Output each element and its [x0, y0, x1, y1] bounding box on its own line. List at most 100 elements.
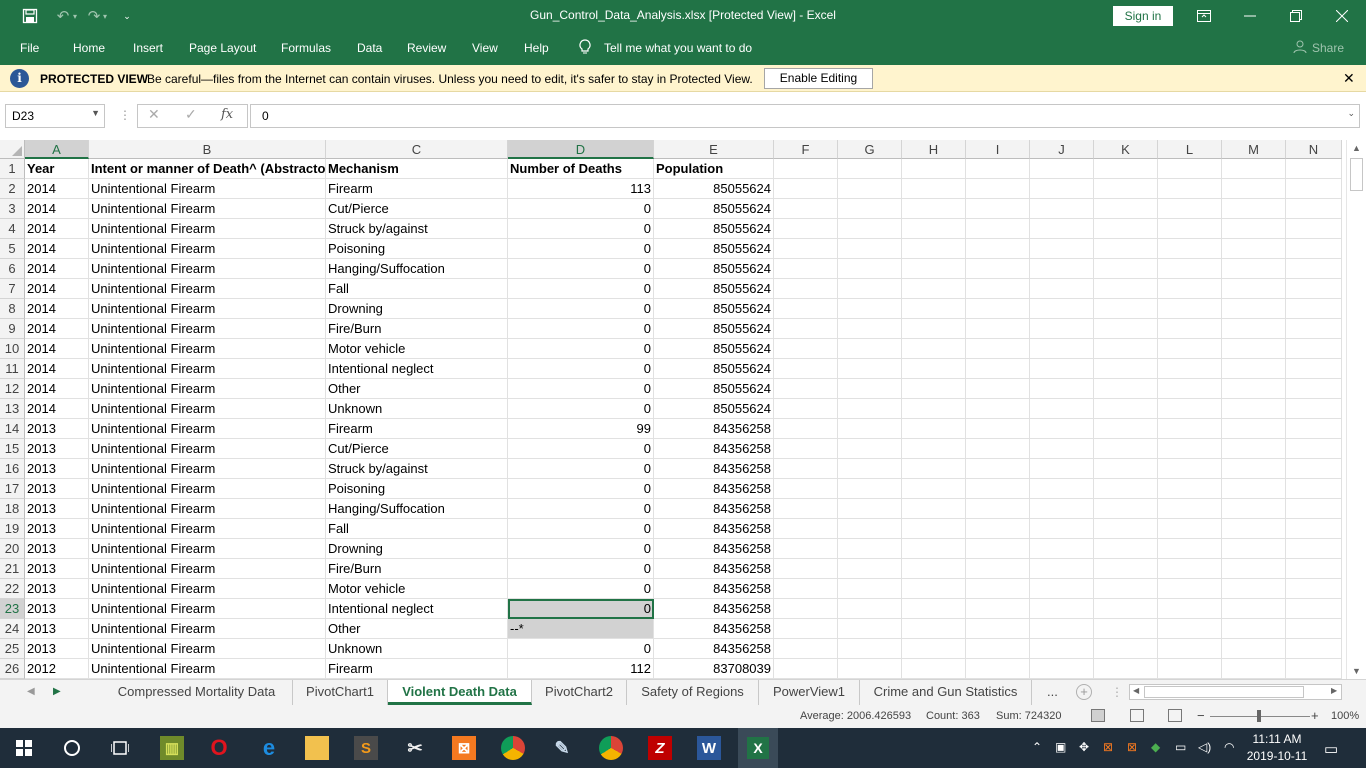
cell-m8[interactable] — [1222, 299, 1286, 319]
chevron-down-icon[interactable]: ▼ — [91, 108, 100, 118]
cell-a23[interactable]: 2013 — [25, 599, 89, 619]
cell-e17[interactable]: 84356258 — [654, 479, 774, 499]
minimize-button[interactable] — [1227, 0, 1273, 32]
prev-sheet-icon[interactable]: ◀ — [27, 686, 35, 697]
cell-e11[interactable]: 85055624 — [654, 359, 774, 379]
cell-j2[interactable] — [1030, 179, 1094, 199]
cell-a4[interactable]: 2014 — [25, 219, 89, 239]
cell-d1[interactable]: Number of Deaths — [508, 159, 654, 179]
cell-g19[interactable] — [838, 519, 902, 539]
cell-l2[interactable] — [1158, 179, 1222, 199]
row-header[interactable]: 18 — [0, 499, 25, 519]
page-layout-view-icon[interactable] — [1130, 709, 1144, 722]
cell-f20[interactable] — [774, 539, 838, 559]
cell-m10[interactable] — [1222, 339, 1286, 359]
row-header[interactable]: 16 — [0, 459, 25, 479]
cell-g5[interactable] — [838, 239, 902, 259]
cell-n10[interactable] — [1286, 339, 1342, 359]
column-header-i[interactable]: I — [966, 140, 1030, 159]
cell-i11[interactable] — [966, 359, 1030, 379]
cell-g25[interactable] — [838, 639, 902, 659]
cell-h24[interactable] — [902, 619, 966, 639]
cell-g10[interactable] — [838, 339, 902, 359]
cell-l24[interactable] — [1158, 619, 1222, 639]
cell-l20[interactable] — [1158, 539, 1222, 559]
cell-g23[interactable] — [838, 599, 902, 619]
cell-c17[interactable]: Poisoning — [326, 479, 508, 499]
cell-g13[interactable] — [838, 399, 902, 419]
tab-insert[interactable]: Insert — [133, 41, 163, 55]
cell-g1[interactable] — [838, 159, 902, 179]
row-header[interactable]: 7 — [0, 279, 25, 299]
clock[interactable]: 11:11 AM 2019-10-11 — [1246, 731, 1308, 765]
cell-n26[interactable] — [1286, 659, 1342, 679]
xampp-icon[interactable]: ⊠ — [452, 736, 476, 760]
row-header[interactable]: 23 — [0, 599, 25, 619]
zoom-in-icon[interactable]: + — [1311, 708, 1319, 723]
cell-c1[interactable]: Mechanism — [326, 159, 508, 179]
cell-k3[interactable] — [1094, 199, 1158, 219]
cell-a24[interactable]: 2013 — [25, 619, 89, 639]
cell-k18[interactable] — [1094, 499, 1158, 519]
cell-a17[interactable]: 2013 — [25, 479, 89, 499]
row-header[interactable]: 2 — [0, 179, 25, 199]
wifi-icon[interactable]: ◠ — [1224, 740, 1234, 754]
cell-e5[interactable]: 85055624 — [654, 239, 774, 259]
cell-f18[interactable] — [774, 499, 838, 519]
cell-e14[interactable]: 84356258 — [654, 419, 774, 439]
cell-a26[interactable]: 2012 — [25, 659, 89, 679]
cell-j19[interactable] — [1030, 519, 1094, 539]
cell-k1[interactable] — [1094, 159, 1158, 179]
cell-h1[interactable] — [902, 159, 966, 179]
cell-a8[interactable]: 2014 — [25, 299, 89, 319]
cell-a22[interactable]: 2013 — [25, 579, 89, 599]
cell-l1[interactable] — [1158, 159, 1222, 179]
more-sheets-button[interactable]: ... — [1047, 684, 1058, 699]
cell-c24[interactable]: Other — [326, 619, 508, 639]
cell-n6[interactable] — [1286, 259, 1342, 279]
volume-icon[interactable]: ◁) — [1198, 740, 1211, 754]
enable-editing-button[interactable]: Enable Editing — [764, 68, 873, 89]
cell-i21[interactable] — [966, 559, 1030, 579]
cell-b23[interactable]: Unintentional Firearm — [89, 599, 326, 619]
cell-h26[interactable] — [902, 659, 966, 679]
cell-f10[interactable] — [774, 339, 838, 359]
scroll-up-icon[interactable]: ▲ — [1352, 143, 1361, 153]
tab-file[interactable]: File — [20, 41, 39, 55]
cell-e3[interactable]: 85055624 — [654, 199, 774, 219]
select-all-corner[interactable] — [0, 140, 25, 159]
horizontal-scrollbar[interactable]: ◀ ▶ — [1129, 684, 1342, 700]
cell-k22[interactable] — [1094, 579, 1158, 599]
cell-c5[interactable]: Poisoning — [326, 239, 508, 259]
cell-j15[interactable] — [1030, 439, 1094, 459]
cell-e8[interactable]: 85055624 — [654, 299, 774, 319]
cell-m22[interactable] — [1222, 579, 1286, 599]
cell-i20[interactable] — [966, 539, 1030, 559]
tab-home[interactable]: Home — [73, 41, 105, 55]
tab-splitter-icon[interactable]: ⋮ — [1111, 685, 1123, 699]
cell-c22[interactable]: Motor vehicle — [326, 579, 508, 599]
cell-j10[interactable] — [1030, 339, 1094, 359]
column-header-h[interactable]: H — [902, 140, 966, 159]
cell-d24[interactable]: --* — [508, 619, 654, 639]
cell-l17[interactable] — [1158, 479, 1222, 499]
close-button[interactable] — [1319, 0, 1365, 32]
cell-h21[interactable] — [902, 559, 966, 579]
cell-d21[interactable]: 0 — [508, 559, 654, 579]
restore-button[interactable] — [1273, 0, 1319, 32]
cell-l16[interactable] — [1158, 459, 1222, 479]
cell-c26[interactable]: Firearm — [326, 659, 508, 679]
cell-b3[interactable]: Unintentional Firearm — [89, 199, 326, 219]
cell-m5[interactable] — [1222, 239, 1286, 259]
cell-d18[interactable]: 0 — [508, 499, 654, 519]
cell-e19[interactable]: 84356258 — [654, 519, 774, 539]
cell-j25[interactable] — [1030, 639, 1094, 659]
column-header-c[interactable]: C — [326, 140, 508, 159]
cell-m1[interactable] — [1222, 159, 1286, 179]
cell-j9[interactable] — [1030, 319, 1094, 339]
sheet-tab[interactable]: Safety of Regions — [627, 680, 759, 705]
cell-e26[interactable]: 83708039 — [654, 659, 774, 679]
cell-n15[interactable] — [1286, 439, 1342, 459]
cell-f15[interactable] — [774, 439, 838, 459]
cell-e9[interactable]: 85055624 — [654, 319, 774, 339]
